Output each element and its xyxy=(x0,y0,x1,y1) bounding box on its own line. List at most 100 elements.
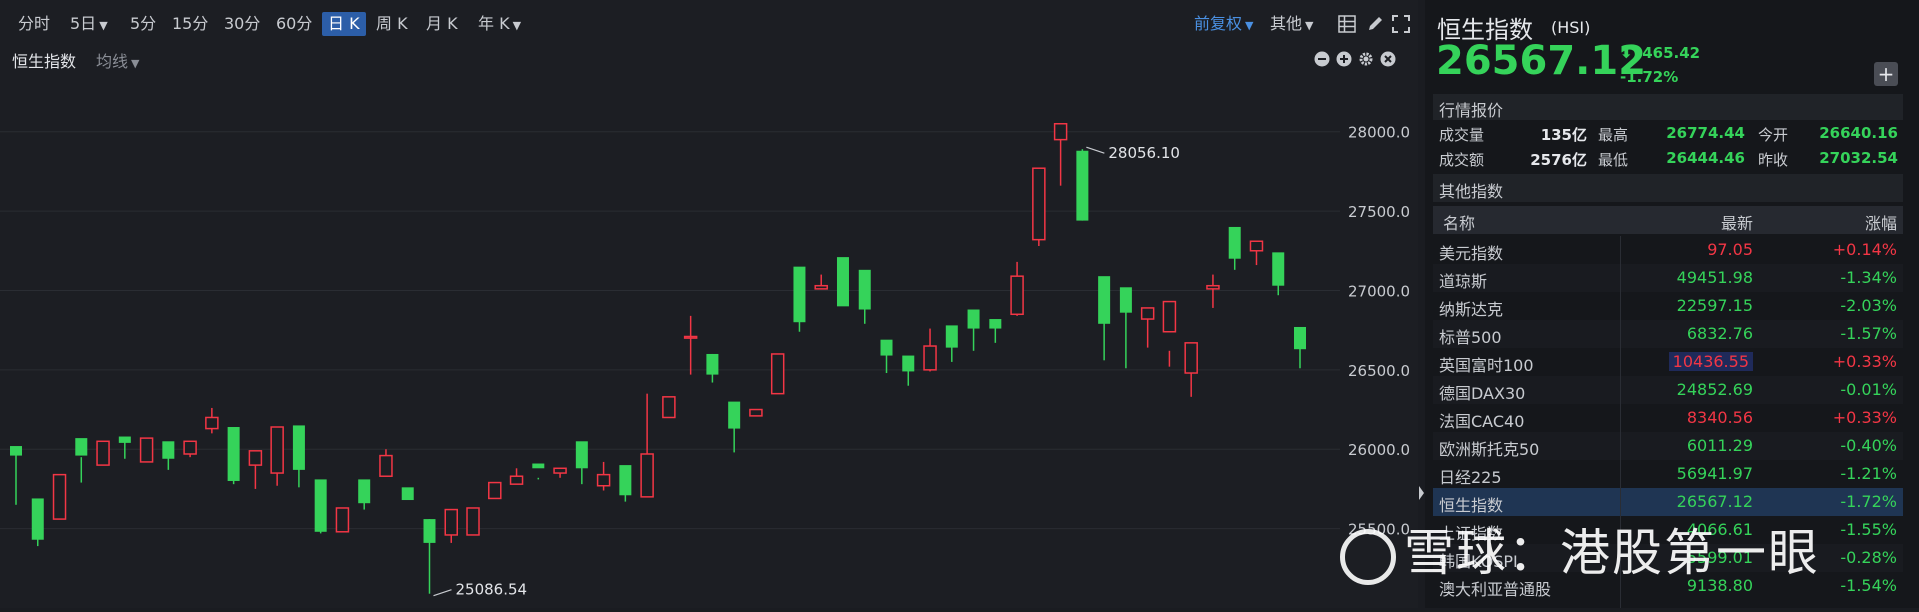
candle-body-down xyxy=(423,519,436,543)
candle-body-down xyxy=(162,441,175,459)
candle-body-up xyxy=(553,467,567,474)
candle-body-down xyxy=(532,463,545,469)
candle-body-down xyxy=(728,401,741,429)
candle-body-down xyxy=(292,425,305,470)
list-item[interactable]: 美元指数 97.05 +0.14% xyxy=(1433,236,1903,264)
list-item[interactable]: 德国DAX30 24852.69 -0.01% xyxy=(1433,376,1903,404)
grid-icon[interactable] xyxy=(1338,15,1356,33)
candle-body-down xyxy=(1228,226,1241,259)
list-item[interactable]: 日经225 56941.97 -1.21% xyxy=(1433,460,1903,488)
quote-value: 2576亿 xyxy=(1530,151,1587,169)
tab-5day-label: 5日 xyxy=(70,14,97,33)
index-row-chg: -1.57% xyxy=(1840,324,1897,343)
candle-body-up xyxy=(52,473,67,520)
candle-body-up xyxy=(1010,275,1024,316)
tab-year-k[interactable]: 年 K ▼ xyxy=(478,12,521,36)
list-item[interactable]: 法国CAC40 8340.56 +0.33% xyxy=(1433,404,1903,432)
candle-body-up xyxy=(923,345,937,371)
splitter-arrow-icon[interactable] xyxy=(1418,484,1425,502)
index-row-name: 欧洲斯托克50 xyxy=(1439,440,1540,459)
candle-body-up xyxy=(139,437,154,463)
list-item[interactable]: 纳斯达克 22597.15 -2.03% xyxy=(1433,292,1903,320)
chevron-down-icon: ▼ xyxy=(131,57,140,70)
index-row-last: 6832.76 xyxy=(1686,324,1753,343)
plus-icon: + xyxy=(1877,62,1895,86)
low-arrow xyxy=(433,589,452,597)
index-row-name: 英国富时100 xyxy=(1439,356,1534,375)
candle-body-down xyxy=(401,487,414,501)
index-row-last: 56941.97 xyxy=(1676,464,1753,483)
watermark: 雪球：港股第一眼 xyxy=(1340,513,1820,585)
index-row-last: 24852.69 xyxy=(1676,380,1753,399)
candle-body-up xyxy=(248,450,263,466)
high-arrow xyxy=(1086,146,1105,154)
quote-label: 成交额 xyxy=(1439,151,1485,169)
candle-body-down xyxy=(836,257,849,307)
list-item[interactable]: 标普500 6832.76 -1.57% xyxy=(1433,320,1903,348)
tab-week-k[interactable]: 周 K xyxy=(376,12,408,36)
y-tick-label: 26000.0 xyxy=(1348,441,1410,459)
chart-svg: 28000.027500.027000.026500.026000.025500… xyxy=(0,123,1410,599)
candlestick-chart[interactable]: 28000.0 27500.0 27000.0 26500.0 26000.0 25500… xyxy=(0,72,1418,608)
zoom-out-icon[interactable] xyxy=(1314,51,1330,67)
pen-icon[interactable] xyxy=(1366,15,1384,33)
tab-15min[interactable]: 15分 xyxy=(172,12,208,36)
candle-body-up xyxy=(335,507,350,533)
candle-body-up xyxy=(1140,307,1155,320)
gear-icon[interactable] xyxy=(1358,51,1374,67)
candle-body-up xyxy=(270,426,284,474)
quote-label: 成交量 xyxy=(1439,126,1485,144)
list-item[interactable]: 欧洲斯托克50 6011.29 -0.40% xyxy=(1433,432,1903,460)
list-item[interactable]: 恒生指数 26567.12 -1.72% xyxy=(1433,488,1903,516)
candle-body-down xyxy=(314,479,327,532)
add-button[interactable]: + xyxy=(1874,62,1898,86)
tab-60min[interactable]: 60分 xyxy=(276,12,312,36)
y-tick-label: 28000.0 xyxy=(1348,124,1410,142)
index-row-last: 97.05 xyxy=(1707,240,1753,259)
index-row-name: 法国CAC40 xyxy=(1439,412,1525,431)
index-row-chg: -0.28% xyxy=(1840,548,1897,567)
index-row-chg: -0.40% xyxy=(1840,436,1897,455)
index-row-last: 26567.12 xyxy=(1676,492,1753,511)
candle-body-up xyxy=(509,475,524,485)
index-row-chg: -0.01% xyxy=(1840,380,1897,399)
fuquan-label: 前复权 xyxy=(1194,14,1243,33)
col-last: 最新 xyxy=(1720,214,1753,233)
candle-body-down xyxy=(880,339,893,356)
index-row-chg: -1.55% xyxy=(1840,520,1897,539)
index-row-last: 22597.15 xyxy=(1676,296,1753,315)
index-code: (HSI) xyxy=(1551,18,1591,37)
fullscreen-icon[interactable] xyxy=(1392,15,1410,33)
tab-30min[interactable]: 30分 xyxy=(224,12,260,36)
candle-body-up xyxy=(1053,123,1068,141)
candle-body-up xyxy=(1162,300,1177,333)
index-row-name: 标普500 xyxy=(1439,328,1502,347)
tab-5min[interactable]: 5分 xyxy=(130,12,156,36)
zoom-in-icon[interactable] xyxy=(1336,51,1352,67)
list-item[interactable]: 道琼斯 49451.98 -1.34% xyxy=(1433,264,1903,292)
fuquan-select[interactable]: 前复权 ▼ xyxy=(1194,12,1253,36)
xueqiu-logo-icon xyxy=(1340,528,1396,585)
index-row-chg: +0.33% xyxy=(1832,408,1897,427)
tab-day-k[interactable]: 日 K xyxy=(322,12,366,36)
ma-select[interactable]: 均线 ▼ xyxy=(96,48,139,72)
indicator-bar: 恒生指数 均线 ▼ xyxy=(0,46,1418,72)
quote-value: 26640.16 xyxy=(1819,124,1898,142)
index-row-chg: +0.14% xyxy=(1832,240,1897,259)
tab-month-k[interactable]: 月 K xyxy=(426,12,458,36)
close-icon[interactable] xyxy=(1380,51,1396,67)
low-annotation: 25086.54 xyxy=(455,581,527,599)
candle-body-up xyxy=(1032,167,1046,241)
candle-body-down xyxy=(575,441,588,469)
candle-body-up xyxy=(1249,240,1264,252)
quote-label: 最低 xyxy=(1598,151,1629,169)
tab-fenshi[interactable]: 分时 xyxy=(18,12,50,36)
candle-body-up xyxy=(770,353,785,395)
other-select[interactable]: 其他 ▼ xyxy=(1270,12,1313,36)
candle-body-down xyxy=(118,436,131,443)
list-item[interactable]: 英国富时100 10436.55 +0.33% xyxy=(1433,348,1903,376)
tab-5day[interactable]: 5日 ▼ xyxy=(70,12,108,36)
candle-body-up xyxy=(96,440,110,466)
candle-body-up xyxy=(466,507,480,536)
index-row-name: 美元指数 xyxy=(1439,244,1504,263)
